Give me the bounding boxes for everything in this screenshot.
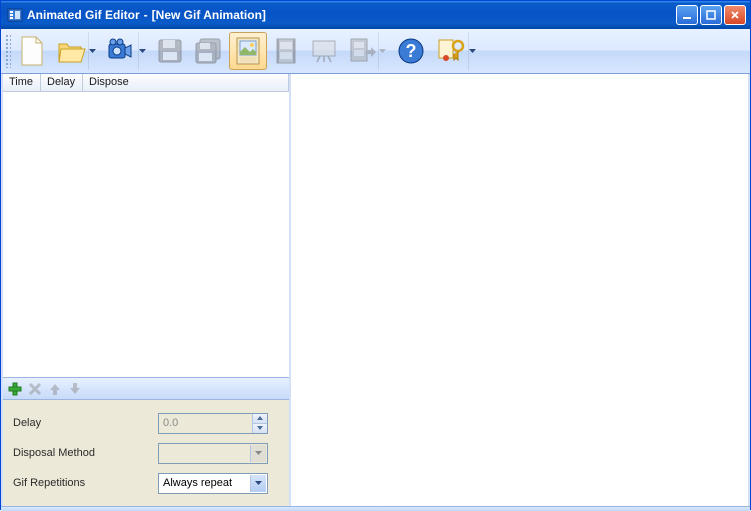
license-dropdown[interactable] xyxy=(468,32,476,70)
disposal-label: Disposal Method xyxy=(13,447,158,459)
save-as-button xyxy=(189,32,229,70)
floppy-multi-icon xyxy=(194,37,224,65)
screen-icon xyxy=(310,37,338,65)
repetitions-label: Gif Repetitions xyxy=(13,477,158,489)
key-cert-icon xyxy=(436,36,466,66)
delete-x-icon xyxy=(28,382,42,396)
move-down-button xyxy=(67,381,83,397)
frame-actions-bar xyxy=(3,377,289,400)
save-button xyxy=(151,32,189,70)
disposal-combo xyxy=(158,443,268,464)
chevron-down-icon xyxy=(250,445,266,462)
license-button[interactable] xyxy=(431,32,481,70)
toolbar-grip-icon xyxy=(5,34,11,68)
export-button xyxy=(343,32,391,70)
film-strip-icon xyxy=(272,36,300,66)
toolbar: ? xyxy=(1,29,750,74)
video-source-button[interactable] xyxy=(101,32,151,70)
add-frame-button[interactable] xyxy=(7,381,23,397)
column-delay[interactable]: Delay xyxy=(41,74,83,91)
arrow-down-icon xyxy=(68,382,82,396)
help-icon: ? xyxy=(396,36,426,66)
video-camera-icon xyxy=(106,36,136,66)
maximize-button[interactable] xyxy=(700,5,722,25)
new-file-button[interactable] xyxy=(13,32,51,70)
column-dispose[interactable]: Dispose xyxy=(83,74,289,91)
repetitions-field[interactable]: Always repeat xyxy=(158,473,268,494)
open-file-button[interactable] xyxy=(51,32,101,70)
image-frame-icon xyxy=(234,36,262,66)
remove-frame-button xyxy=(27,381,43,397)
floppy-icon xyxy=(156,37,184,65)
statusbar xyxy=(1,506,750,511)
document-title: [New Gif Animation] xyxy=(152,8,266,22)
column-time[interactable]: Time xyxy=(3,74,41,91)
disposal-field xyxy=(158,443,268,464)
repetitions-combo[interactable]: Always repeat xyxy=(158,473,268,494)
delay-spin-down xyxy=(252,424,267,433)
move-up-button xyxy=(47,381,63,397)
minimize-button[interactable] xyxy=(676,5,698,25)
properties-panel: Delay Disposal Method xyxy=(3,400,289,506)
repetitions-value: Always repeat xyxy=(163,477,232,489)
app-title: Animated Gif Editor xyxy=(27,8,140,22)
svg-text:?: ? xyxy=(406,41,417,61)
delay-label: Delay xyxy=(13,417,158,429)
chevron-down-icon[interactable] xyxy=(250,475,266,492)
title-separator: - xyxy=(144,8,148,22)
presentation-button xyxy=(305,32,343,70)
video-source-dropdown[interactable] xyxy=(138,32,146,70)
app-icon xyxy=(7,7,23,23)
film-button xyxy=(267,32,305,70)
help-button[interactable]: ? xyxy=(391,32,431,70)
new-file-icon xyxy=(18,35,46,67)
plus-icon xyxy=(8,382,22,396)
client-area: Time Delay Dispose xyxy=(1,74,750,506)
titlebar: Animated Gif Editor - [New Gif Animation… xyxy=(1,1,750,29)
film-arrow-icon xyxy=(348,36,376,66)
delay-field xyxy=(158,413,268,434)
preview-pane xyxy=(291,74,748,506)
arrow-up-icon xyxy=(48,382,62,396)
folder-open-icon xyxy=(56,36,86,66)
frames-table-body[interactable] xyxy=(3,92,289,377)
frame-image-button[interactable] xyxy=(229,32,267,70)
frames-table-header: Time Delay Dispose xyxy=(3,74,289,92)
close-button[interactable] xyxy=(724,5,746,25)
export-dropdown xyxy=(378,32,386,70)
delay-spin-up xyxy=(252,414,267,424)
left-pane: Time Delay Dispose xyxy=(3,74,291,506)
open-file-dropdown[interactable] xyxy=(88,32,96,70)
